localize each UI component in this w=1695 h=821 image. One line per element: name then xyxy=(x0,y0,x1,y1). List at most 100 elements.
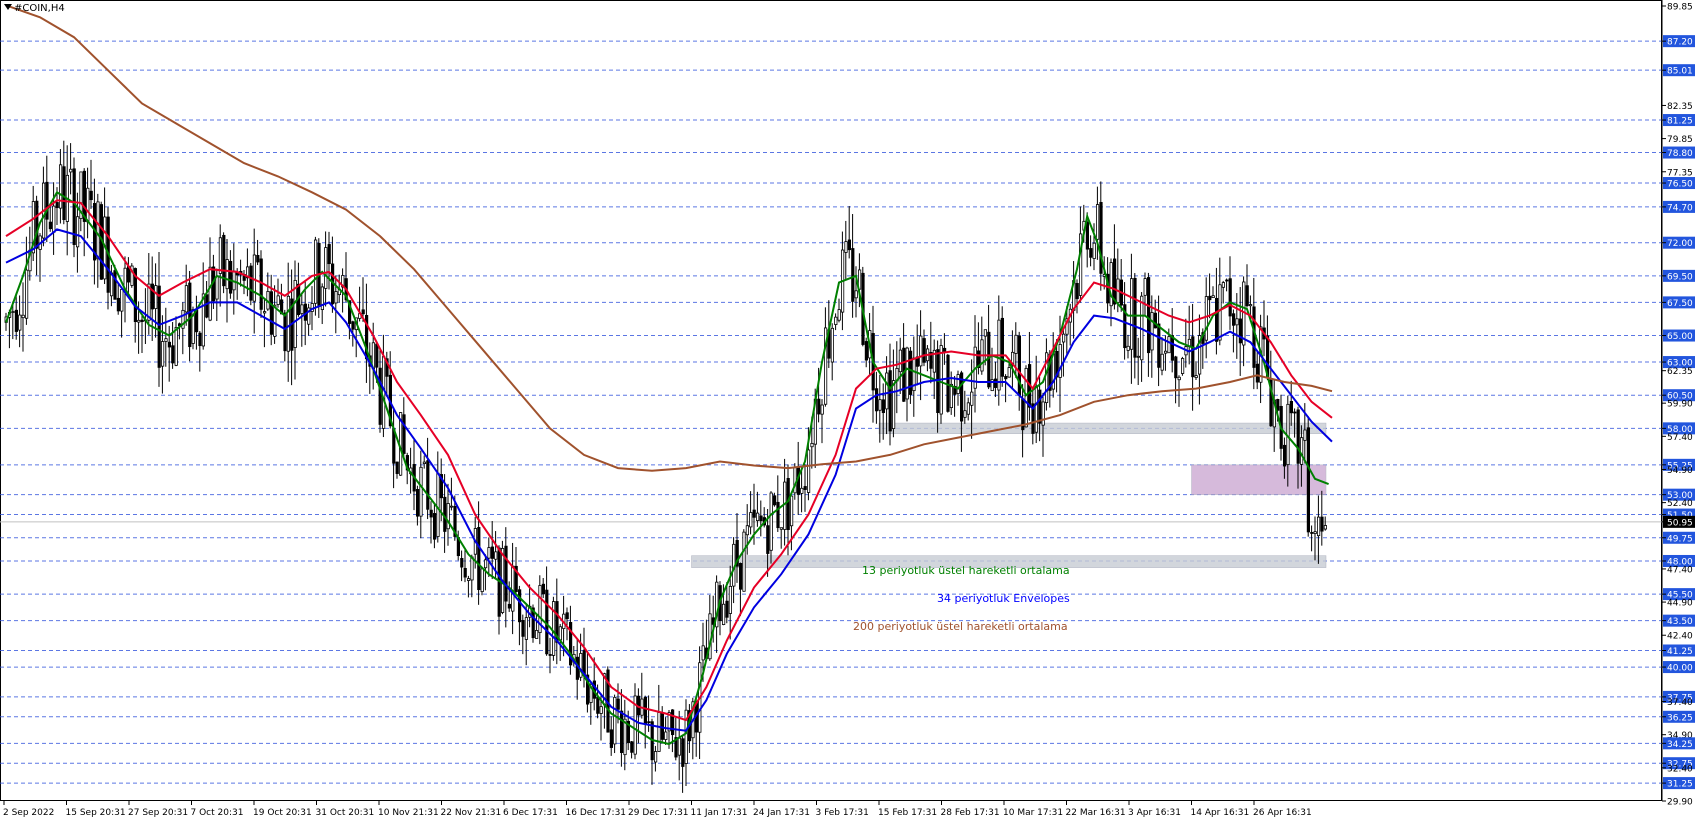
candle-body xyxy=(449,505,454,508)
candle-body xyxy=(293,280,297,348)
candle-body xyxy=(657,712,661,752)
candle-body xyxy=(752,509,756,518)
candle-body xyxy=(300,304,304,314)
candle-body xyxy=(205,294,209,318)
candle-body xyxy=(742,531,746,592)
price-tick-label: 69.50 xyxy=(1667,272,1693,282)
candle-body xyxy=(276,295,280,305)
candle-body xyxy=(1089,248,1093,258)
candle-body xyxy=(215,276,219,300)
price-tick-label: 87.20 xyxy=(1667,38,1693,48)
candle-body xyxy=(759,515,763,522)
candle-body xyxy=(892,380,896,429)
price-tick-label: 74.70 xyxy=(1667,203,1693,213)
time-tick-label: 29 Dec 17:31 xyxy=(628,808,689,818)
candle-body xyxy=(609,729,614,748)
candle-body xyxy=(599,706,603,714)
price-tick-label: 82.35 xyxy=(1667,102,1693,112)
candle-body xyxy=(1317,516,1321,537)
candle-body xyxy=(1024,367,1028,428)
candle-body xyxy=(970,391,974,406)
candle-body xyxy=(1218,284,1222,341)
candle-body xyxy=(725,600,729,618)
candle-body xyxy=(1034,386,1038,433)
candle-body xyxy=(1215,297,1219,342)
candle-body xyxy=(1126,345,1130,351)
price-tick-label: 76.50 xyxy=(1667,180,1693,190)
chart-menu-arrow-icon[interactable] xyxy=(4,4,12,10)
candle-body xyxy=(113,270,117,300)
candle-body xyxy=(1130,278,1134,350)
candle-body xyxy=(14,309,18,332)
candle-body xyxy=(160,341,165,367)
candle-body xyxy=(194,309,199,333)
candle-body xyxy=(548,654,552,656)
time-tick-label: 2 Sep 2022 xyxy=(3,808,54,818)
price-tick-label: 72.00 xyxy=(1667,239,1693,249)
time-tick-label: 16 Dec 17:31 xyxy=(566,808,627,818)
candle-body xyxy=(11,311,15,313)
candle-body xyxy=(69,168,73,173)
candle-body xyxy=(164,338,168,342)
candle-body xyxy=(1160,353,1164,371)
candle-body xyxy=(800,487,804,494)
candle-body xyxy=(1306,427,1310,533)
time-tick-label: 19 Oct 20:31 xyxy=(253,808,312,818)
chart-window: 89.85 87.20 85.01 82.35 81.25 79.85 78.80 77.35… xyxy=(0,0,1695,821)
candle-body xyxy=(966,402,971,415)
candle-body xyxy=(470,556,474,581)
candle-body xyxy=(664,731,668,740)
candle-body xyxy=(535,630,539,639)
candle-body xyxy=(558,626,563,641)
price-tick-label: 47.40 xyxy=(1667,565,1693,575)
candle-body xyxy=(888,370,892,432)
candle-body xyxy=(52,205,56,233)
candle-body xyxy=(395,461,399,474)
candle-body xyxy=(198,332,202,347)
candle-body xyxy=(422,461,427,464)
candle-body xyxy=(327,244,331,265)
candle-body xyxy=(728,585,733,614)
price-tick-label: 31.25 xyxy=(1667,780,1693,790)
candle-body xyxy=(521,620,525,637)
time-tick-label: 22 Mar 16:31 xyxy=(1066,808,1126,818)
candle-body xyxy=(35,200,39,249)
candle-body xyxy=(96,201,100,260)
price-chart[interactable]: 89.85 87.20 85.01 82.35 81.25 79.85 78.80 77.35… xyxy=(0,0,1695,821)
candle-body xyxy=(596,696,600,714)
candle-body xyxy=(1143,278,1147,296)
candle-body xyxy=(494,551,498,560)
candle-body xyxy=(623,718,627,756)
candle-body xyxy=(1245,285,1249,307)
annotation-ema13: 13 periyotluk üstel hareketli ortalama xyxy=(862,564,1070,577)
candle-body xyxy=(208,266,212,321)
candle-body xyxy=(790,495,794,527)
candle-body xyxy=(701,645,705,661)
price-zone xyxy=(1191,464,1327,495)
candle-body xyxy=(1136,355,1140,358)
candle-body xyxy=(1252,306,1256,368)
candle-body xyxy=(739,563,743,590)
candle-body xyxy=(419,466,423,517)
price-zone xyxy=(878,422,1327,434)
candle-body xyxy=(256,254,260,263)
candle-body xyxy=(120,288,124,312)
candle-body xyxy=(905,347,909,400)
candle-body xyxy=(851,248,855,302)
time-tick-label: 31 Oct 20:31 xyxy=(316,808,375,818)
candle-body xyxy=(681,738,685,767)
candle-body xyxy=(252,254,256,302)
candle-body xyxy=(786,478,790,530)
candle-body xyxy=(922,338,926,363)
candle-body xyxy=(490,546,495,559)
candle-body xyxy=(477,527,481,591)
candle-body xyxy=(48,221,53,230)
candle-body xyxy=(286,295,291,352)
price-tick-label: 32.40 xyxy=(1667,764,1693,774)
price-tick-label: 43.50 xyxy=(1667,617,1693,627)
candle-body xyxy=(616,698,620,710)
price-tick-label: 37.40 xyxy=(1667,698,1693,708)
symbol-title: #COIN,H4 xyxy=(14,3,65,14)
candle-body xyxy=(1000,317,1005,377)
candle-body xyxy=(875,388,879,412)
